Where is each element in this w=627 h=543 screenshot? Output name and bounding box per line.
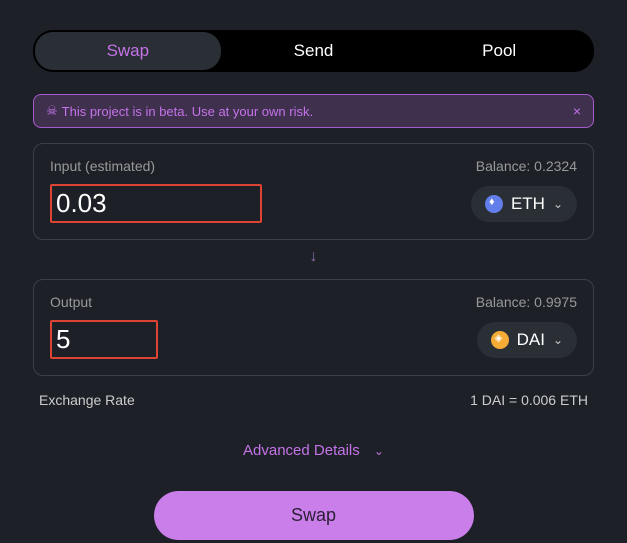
- input-token-symbol: ETH: [511, 194, 545, 214]
- tab-send[interactable]: Send: [221, 32, 407, 70]
- chevron-down-icon: ⌄: [374, 444, 384, 458]
- swap-button[interactable]: Swap: [154, 491, 474, 540]
- output-label: Output: [50, 294, 92, 310]
- close-icon[interactable]: ×: [573, 103, 581, 119]
- output-token-selector[interactable]: DAI ⌄: [477, 322, 577, 358]
- chevron-down-icon: ⌄: [553, 197, 563, 211]
- advanced-details-toggle[interactable]: Advanced Details ⌄: [33, 442, 594, 459]
- output-token-symbol: DAI: [517, 330, 545, 350]
- input-amount-field[interactable]: [56, 188, 256, 219]
- input-label: Input (estimated): [50, 158, 155, 174]
- alert-text: This project is in beta. Use at your own…: [62, 104, 313, 119]
- eth-icon: [485, 195, 503, 213]
- output-amount-highlight: [50, 320, 158, 359]
- input-panel: Input (estimated) Balance: 0.2324 ETH ⌄: [33, 143, 594, 240]
- chevron-down-icon: ⌄: [553, 333, 563, 347]
- skull-icon: ☠: [46, 103, 58, 119]
- dai-icon: [491, 331, 509, 349]
- exchange-rate-row: Exchange Rate 1 DAI = 0.006 ETH: [33, 392, 594, 408]
- input-balance: Balance: 0.2324: [476, 158, 577, 174]
- arrow-down-icon: ↓: [33, 248, 594, 266]
- mode-tabs: Swap Send Pool: [33, 30, 594, 72]
- output-panel: Output Balance: 0.9975 DAI ⌄: [33, 279, 594, 376]
- input-token-selector[interactable]: ETH ⌄: [471, 186, 577, 222]
- rate-label: Exchange Rate: [39, 392, 135, 408]
- rate-value: 1 DAI = 0.006 ETH: [470, 392, 588, 408]
- output-balance: Balance: 0.9975: [476, 294, 577, 310]
- input-amount-highlight: [50, 184, 262, 223]
- tab-pool[interactable]: Pool: [406, 32, 592, 70]
- advanced-label: Advanced Details: [243, 442, 360, 459]
- output-amount-field[interactable]: [56, 324, 146, 355]
- beta-alert: ☠ This project is in beta. Use at your o…: [33, 94, 594, 128]
- tab-swap[interactable]: Swap: [35, 32, 221, 70]
